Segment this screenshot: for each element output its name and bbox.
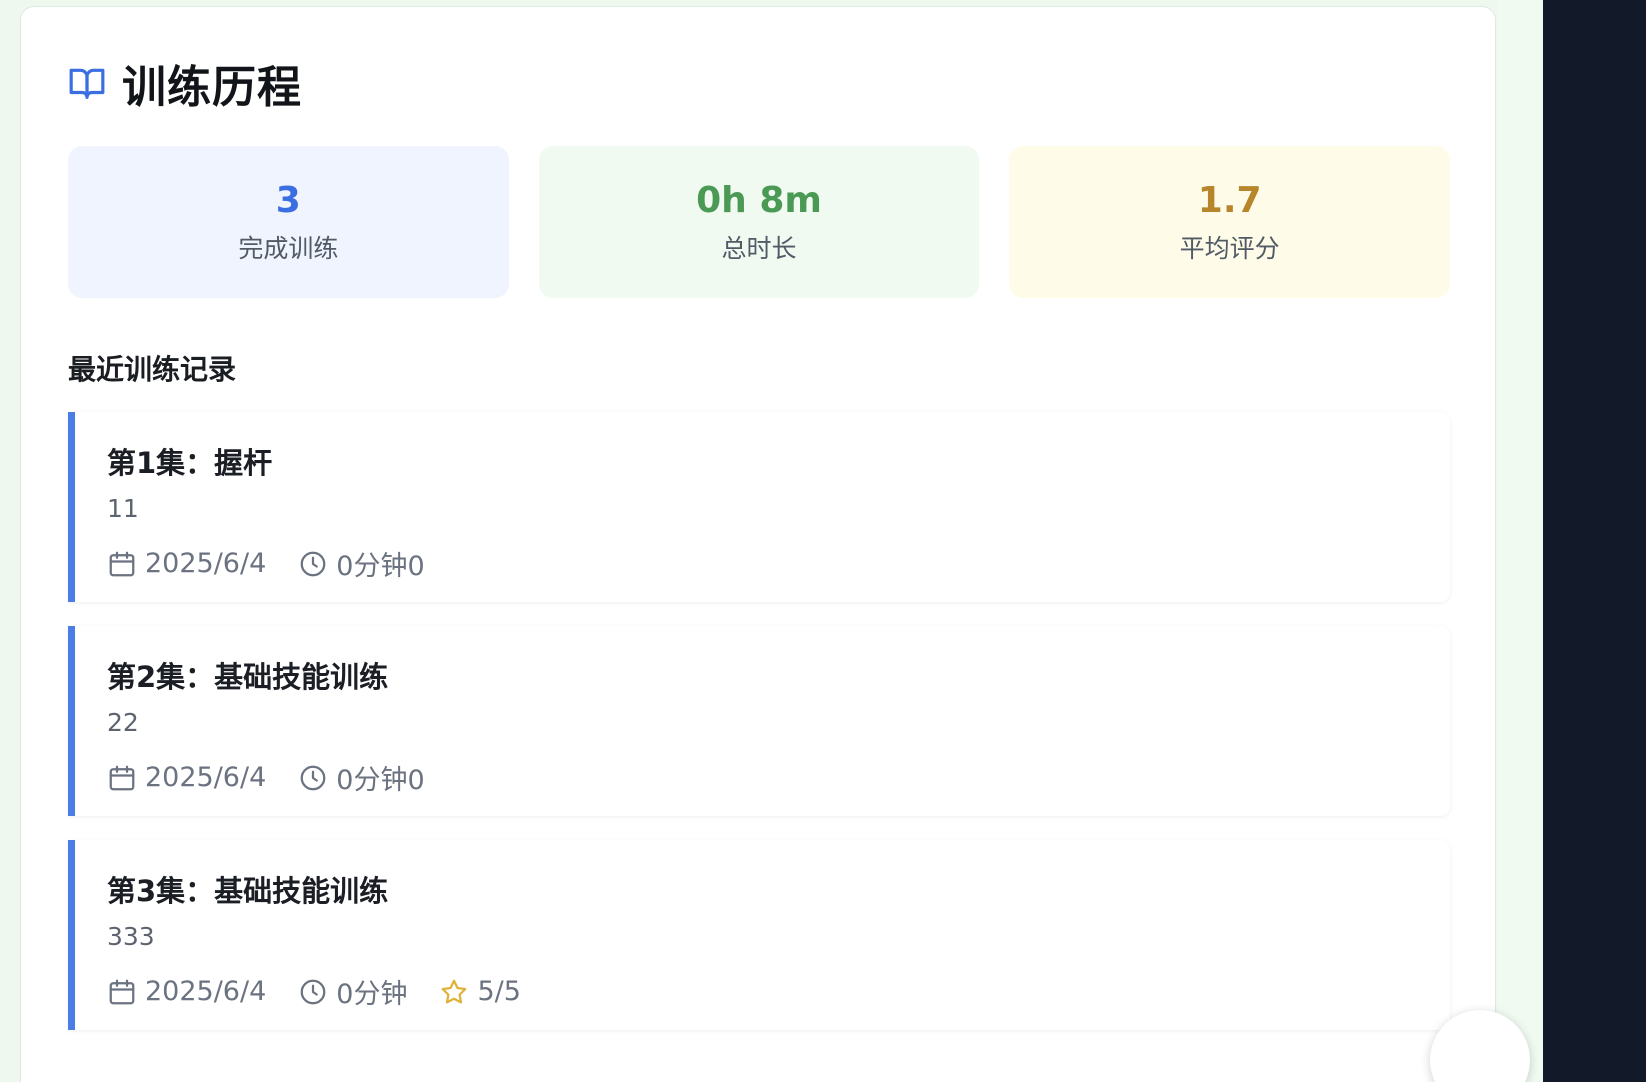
stat-label: 总时长 (721, 234, 797, 263)
stat-value: 3 (275, 180, 301, 221)
record-meta: 2025/6/4 0分钟0 (107, 544, 457, 583)
book-open-icon (69, 68, 105, 99)
calendar-icon (109, 979, 135, 1004)
stat-value: 1.7 (1197, 180, 1262, 221)
stat-label: 完成训练 (238, 234, 339, 263)
stat-average-rating: 1.7 平均评分 (1009, 146, 1451, 298)
record-title: 第2集：基础技能训练 (107, 660, 389, 694)
record-date: 2025/6/4 (107, 976, 266, 1007)
record-duration-text: 0分钟0 (336, 551, 425, 582)
record-description: 11 (107, 494, 139, 523)
training-record-item[interactable]: 第2集：基础技能训练 22 2025/6/4 0分钟0 (68, 626, 1450, 816)
record-date: 2025/6/4 (107, 548, 266, 579)
calendar-icon (109, 551, 135, 576)
record-duration: 0分钟0 (298, 758, 425, 797)
star-icon (442, 979, 467, 1003)
record-meta: 2025/6/4 0分钟0 (107, 758, 457, 797)
calendar-icon (109, 765, 135, 790)
record-date-text: 2025/6/4 (145, 762, 267, 793)
stat-label: 平均评分 (1179, 234, 1280, 263)
card-header: 训练历程 (68, 51, 302, 115)
side-panel-edge (1543, 0, 1646, 1082)
training-record-item[interactable]: 第3集：基础技能训练 333 2025/6/4 0分钟 5/5 (68, 840, 1450, 1030)
recent-records-title: 最近训练记录 (68, 353, 237, 386)
record-date-text: 2025/6/4 (145, 976, 267, 1007)
record-duration-text: 0分钟 (336, 979, 408, 1010)
record-rating-text: 5/5 (477, 976, 521, 1007)
page-title: 训练历程 (122, 62, 302, 113)
record-description: 333 (107, 922, 155, 951)
record-duration: 0分钟0 (298, 544, 425, 583)
record-description: 22 (107, 708, 139, 737)
record-title: 第1集：握杆 (107, 446, 273, 480)
record-duration-text: 0分钟0 (336, 765, 425, 796)
training-record-item[interactable]: 第1集：握杆 11 2025/6/4 0分钟0 (68, 412, 1450, 602)
clock-icon (300, 765, 326, 790)
record-title: 第3集：基础技能训练 (107, 874, 389, 908)
clock-icon (300, 979, 326, 1004)
record-date-text: 2025/6/4 (145, 548, 267, 579)
stat-completed: 3 完成训练 (68, 146, 509, 298)
background-strip (1498, 0, 1543, 1082)
record-duration: 0分钟 (298, 972, 407, 1011)
clock-icon (300, 551, 326, 576)
stat-total-duration: 0h 8m 总时长 (538, 146, 980, 298)
stats-row: 3 完成训练 0h 8m 总时长 1.7 平均评分 (68, 146, 1451, 298)
record-rating: 5/5 (439, 976, 521, 1007)
training-history-card: 训练历程 3 完成训练 0h 8m 总时长 1.7 平均评分 最近训练记录 第1… (20, 6, 1496, 1082)
record-meta: 2025/6/4 0分钟 5/5 (107, 972, 553, 1011)
training-record-list: 第1集：握杆 11 2025/6/4 0分钟0 第2集：基础技能训练 22 20… (68, 412, 1450, 1054)
record-date: 2025/6/4 (107, 762, 266, 793)
stat-value: 0h 8m (696, 180, 822, 221)
